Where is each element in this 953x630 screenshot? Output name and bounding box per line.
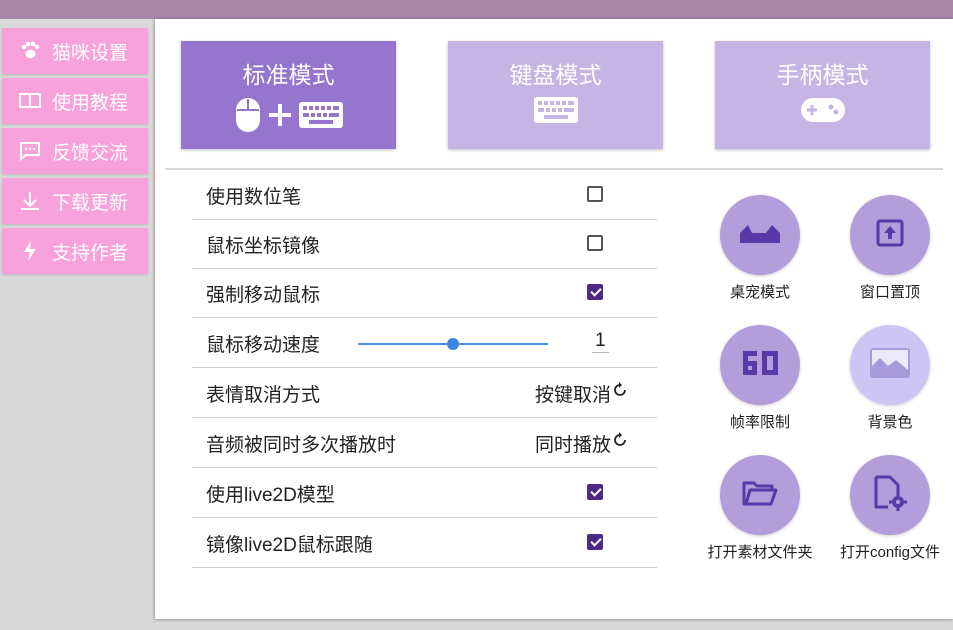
setting-label: 使用live2D模型 xyxy=(206,484,335,506)
tool-label: 窗口置顶 xyxy=(859,284,920,301)
setting-label: 音频被同时多次播放时 xyxy=(206,434,397,456)
tool-open-config-file[interactable]: 打开config文件 xyxy=(840,455,940,562)
plus-icon xyxy=(267,102,293,133)
sidebar-item-cat-settings[interactable]: 猫咪设置 xyxy=(2,28,148,74)
tool-fps-limit[interactable]: 帧率限制 xyxy=(719,325,801,432)
sidebar-item-label: 猫咪设置 xyxy=(52,42,129,64)
title-bar xyxy=(0,0,953,19)
cat-ears-icon xyxy=(738,221,782,250)
paw-icon xyxy=(18,39,42,63)
book-icon xyxy=(18,89,42,113)
sidebar-item-support-author[interactable]: 支持作者 xyxy=(2,228,148,274)
setting-label: 鼠标坐标镜像 xyxy=(206,235,321,257)
emote-cancel-cycler[interactable]: 按键取消 xyxy=(535,380,627,407)
use-live2d-checkbox[interactable] xyxy=(587,484,603,500)
sidebar-item-feedback[interactable]: 反馈交流 xyxy=(2,128,148,174)
setting-row-emote-cancel: 表情取消方式 按键取消 xyxy=(192,369,657,418)
setting-label: 使用数位笔 xyxy=(206,186,302,208)
setting-row-audio-overlap: 音频被同时多次播放时 同时播放 xyxy=(192,419,657,468)
tool-circle[interactable] xyxy=(720,325,800,405)
digital-pen-checkbox[interactable] xyxy=(587,186,603,202)
sidebar-item-label: 支持作者 xyxy=(52,242,129,264)
sidebar-item-download-update[interactable]: 下载更新 xyxy=(2,178,148,224)
tool-open-assets-folder[interactable]: 打开素材文件夹 xyxy=(707,455,813,562)
setting-label: 表情取消方式 xyxy=(206,384,321,406)
pin-top-icon xyxy=(876,219,904,252)
download-icon xyxy=(18,189,42,213)
chat-icon xyxy=(18,139,42,163)
tool-label: 打开素材文件夹 xyxy=(707,544,813,561)
sidebar-item-label: 使用教程 xyxy=(52,92,129,114)
tool-circle[interactable] xyxy=(850,195,930,275)
cycler-value: 同时播放 xyxy=(534,434,611,456)
setting-label: 强制移动鼠标 xyxy=(206,284,321,306)
setting-row-mouse-mirror: 鼠标坐标镜像 xyxy=(192,220,657,269)
setting-label: 鼠标移动速度 xyxy=(206,334,321,356)
mouse-mirror-checkbox[interactable] xyxy=(587,235,603,251)
sidebar-item-tutorial[interactable]: 使用教程 xyxy=(2,78,148,124)
mode-card-gamepad[interactable]: 手柄模式 xyxy=(715,41,930,149)
sidebar-item-label: 反馈交流 xyxy=(52,142,129,164)
tool-circle[interactable] xyxy=(720,195,800,275)
sidebar-item-label: 下载更新 xyxy=(52,192,129,214)
setting-row-force-move-mouse: 强制移动鼠标 xyxy=(192,269,657,318)
tool-window-on-top[interactable]: 窗口置顶 xyxy=(849,195,931,302)
setting-row-mirror-live2d: 镜像live2D鼠标跟随 xyxy=(192,519,657,568)
gamepad-icon xyxy=(800,97,846,128)
tool-circle[interactable] xyxy=(720,455,800,535)
setting-row-use-live2d: 使用live2D模型 xyxy=(192,469,657,518)
mode-card-standard[interactable]: 标准模式 xyxy=(181,41,396,149)
keyboard-icon xyxy=(533,97,578,128)
image-icon xyxy=(870,347,910,383)
tool-label: 打开config文件 xyxy=(839,544,941,561)
cycle-icon xyxy=(613,382,627,404)
tool-label: 背景色 xyxy=(867,414,913,431)
tool-label: 桌宠模式 xyxy=(729,284,790,301)
keyboard-icon xyxy=(298,102,343,133)
section-divider xyxy=(165,168,943,170)
setting-row-mouse-speed: 鼠标移动速度 1 xyxy=(192,319,657,368)
speed-slider-thumb[interactable] xyxy=(447,338,459,350)
force-move-mouse-checkbox[interactable] xyxy=(587,284,603,300)
tool-circle[interactable] xyxy=(850,455,930,535)
main-panel: 标准模式 键盘模式 手柄模式 使用数位笔 鼠标坐标镜像 强制移动鼠标 鼠标移动速… xyxy=(155,19,953,619)
cycler-value: 按键取消 xyxy=(534,384,611,406)
speed-value: 1 xyxy=(592,330,609,353)
mouse-icon xyxy=(235,97,261,138)
setting-label: 镜像live2D鼠标跟随 xyxy=(206,534,373,556)
tool-desktop-pet-mode[interactable]: 桌宠模式 xyxy=(719,195,801,302)
lightning-icon xyxy=(18,239,42,263)
mode-card-keyboard[interactable]: 键盘模式 xyxy=(448,41,663,149)
file-settings-icon xyxy=(873,475,907,516)
mode-label: 手柄模式 xyxy=(776,62,869,88)
audio-overlap-cycler[interactable]: 同时播放 xyxy=(535,430,627,457)
mirror-live2d-checkbox[interactable] xyxy=(587,534,603,550)
mode-label: 标准模式 xyxy=(242,62,335,88)
tool-circle[interactable] xyxy=(850,325,930,405)
tool-background-color[interactable]: 背景色 xyxy=(849,325,931,432)
cycle-icon xyxy=(613,432,627,454)
fps-60-icon xyxy=(739,349,781,382)
tool-label: 帧率限制 xyxy=(729,414,790,431)
setting-row-digital-pen: 使用数位笔 xyxy=(192,171,657,220)
folder-open-icon xyxy=(742,479,778,512)
mode-label: 键盘模式 xyxy=(509,62,602,88)
